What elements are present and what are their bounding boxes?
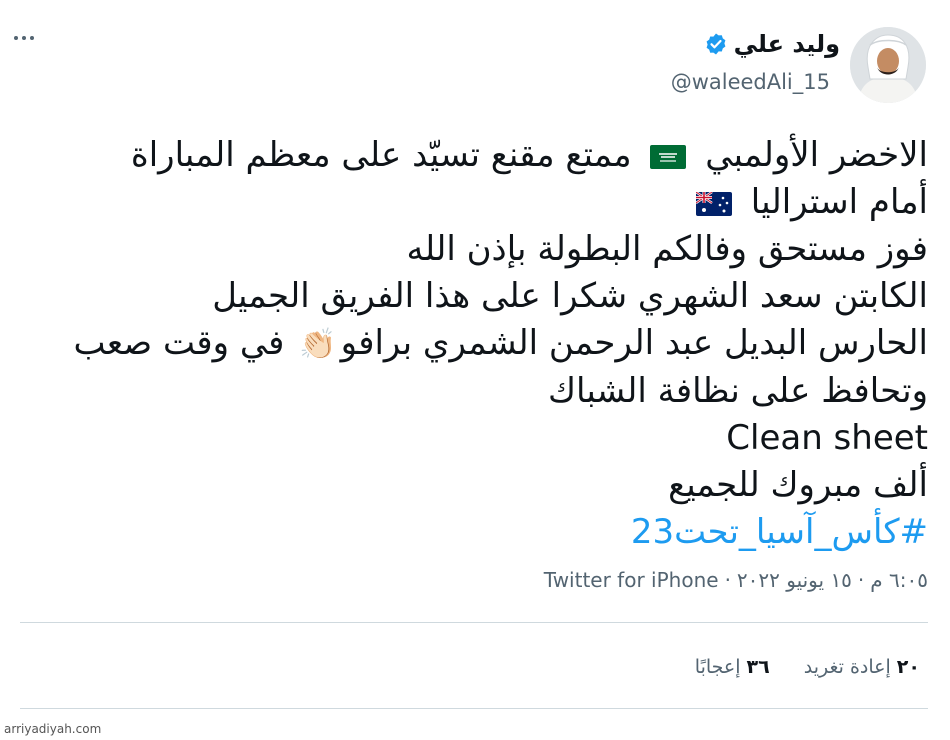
tweet-metadata: ٦:٠٥ م · ١٥ يونيو ٢٠٢٢ · Twitter for iPh… — [544, 568, 928, 592]
hashtag-link[interactable]: #كأس_آسيا_تحت23 — [631, 512, 928, 552]
tweet-text-segment: أمام استراليا — [750, 182, 928, 222]
tweet-text-segment: Clean sheet — [726, 418, 928, 458]
retweets-count: ٢٠ — [896, 656, 920, 678]
saudi-flag-icon — [650, 144, 687, 169]
tweet-text-segment: الحارس البديل عبد الرحمن الشمري برافو — [340, 323, 928, 363]
likes-label: إعجابًا — [694, 656, 741, 678]
verified-badge-icon — [706, 33, 725, 55]
tweet-text: الاخضر الأولمبي ممتع مقنع تسيّد على معظم… — [28, 132, 928, 556]
tweet-text-segment: الاخضر الأولمبي — [705, 135, 928, 175]
display-name-row[interactable]: وليد علي — [704, 30, 840, 58]
tweet-time[interactable]: ٦:٠٥ م — [870, 568, 928, 592]
tweet-source[interactable]: Twitter for iPhone — [544, 568, 719, 592]
meta-separator: · — [724, 568, 731, 592]
tweet-line-9: #كأس_آسيا_تحت23 — [28, 509, 928, 556]
tweet-stats: ٢٠ إعادة تغريد ٣٦ إعجابًا — [695, 656, 920, 678]
avatar-photo-icon — [850, 27, 926, 103]
tweet-line-1: الاخضر الأولمبي ممتع مقنع تسيّد على معظم… — [28, 132, 928, 179]
tweet-text-segment: ممتع مقنع تسيّد على معظم المباراة — [130, 135, 632, 175]
user-handle[interactable]: @waleedAli_15 — [671, 70, 830, 94]
tweet-line-2: أمام استراليا — [28, 179, 928, 226]
tweet-line-4: الكابتن سعد الشهري شكرا على هذا الفريق ا… — [212, 276, 928, 316]
meta-separator: · — [857, 568, 865, 592]
display-name[interactable]: وليد علي — [734, 30, 840, 58]
tweet-line-6: وتحافظ على نظافة الشباك — [548, 371, 928, 411]
divider — [20, 708, 928, 709]
tweet-text-segment: في وقت صعب — [73, 323, 285, 363]
tweet-line-7: Clean sheet — [28, 415, 928, 462]
tweet-line-3: فوز مستحق وفالكم البطولة بإذن الله — [406, 229, 928, 269]
watermark: arriyadiyah.com — [4, 722, 102, 736]
tweet-line-5: الحارس البديل عبد الرحمن الشمري برافو👏🏻 … — [28, 320, 928, 368]
australia-flag-icon — [695, 191, 732, 216]
avatar[interactable] — [850, 27, 926, 103]
more-options-icon[interactable] — [14, 36, 34, 40]
retweets-label: إعادة تغريد — [803, 656, 891, 678]
likes-stat[interactable]: ٣٦ إعجابًا — [695, 656, 770, 678]
tweet-date[interactable]: ١٥ يونيو ٢٠٢٢ — [737, 568, 852, 592]
clapping-hands-icon: 👏🏻 — [299, 327, 337, 362]
tweet-line-8: ألف مبروك للجميع — [668, 465, 928, 505]
likes-count: ٣٦ — [746, 656, 770, 678]
retweets-stat[interactable]: ٢٠ إعادة تغريد — [804, 656, 920, 678]
divider — [20, 622, 928, 623]
